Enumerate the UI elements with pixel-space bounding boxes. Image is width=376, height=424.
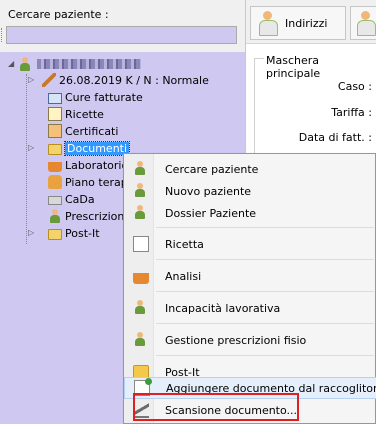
- doctor-icon: [257, 11, 279, 36]
- menu-item-label: Cercare paziente: [165, 162, 259, 176]
- tree-item-cada[interactable]: CaDa: [48, 191, 95, 207]
- expand-icon[interactable]: ▷: [28, 75, 34, 84]
- tree-item-label: Cure fatturate: [65, 90, 143, 104]
- menu-item-nuovo-paziente[interactable]: Nuovo paziente: [124, 180, 376, 202]
- menu-item-ricetta[interactable]: Ricetta: [124, 230, 376, 258]
- menu-item-scansione-documento[interactable]: Scansione documento...: [124, 399, 376, 421]
- patient-search-input[interactable]: [6, 26, 237, 44]
- tree-item-label: Certificati: [65, 124, 119, 138]
- tree-item-label: Piano terapi: [65, 175, 131, 189]
- menu-separator: [156, 291, 374, 292]
- tree-item-piano-terapia[interactable]: Piano terapi: [48, 174, 131, 190]
- menu-item-label: Dossier Paziente: [165, 206, 257, 220]
- data-fatturazione-label: Data di fatt. :: [298, 131, 372, 144]
- tree-item-label: 26.08.2019 K / N : Normale: [59, 73, 209, 87]
- menu-item-incapacita-lavorativa[interactable]: Incapacità lavorativa: [124, 294, 376, 322]
- menu-separator: [156, 355, 374, 356]
- scanner-icon: [133, 402, 149, 418]
- collapse-icon[interactable]: ◢: [8, 59, 14, 68]
- tree-line: [26, 74, 27, 244]
- menu-item-analisi[interactable]: Analisi: [124, 262, 376, 290]
- menu-item-gestione-prescrizioni-fisio[interactable]: Gestione prescrizioni fisio: [124, 326, 376, 354]
- tree-item-label: Ricette: [65, 107, 104, 121]
- tree-item-label: Laboratorio,: [65, 158, 132, 172]
- menu-item-label: Scansione documento...: [165, 403, 298, 417]
- tree-item-cure-fatturate[interactable]: Cure fatturate: [48, 89, 143, 105]
- doc-icon: [48, 107, 62, 121]
- menu-item-label: Aggiungere documento dal raccoglitore: [166, 381, 376, 395]
- toolbar: Indirizzi: [246, 0, 376, 44]
- certificate-icon: [48, 124, 62, 138]
- tree-item-label: Documenti: [63, 140, 131, 156]
- expand-icon[interactable]: ▷: [28, 228, 34, 237]
- menu-item-label: Nuovo paziente: [165, 184, 252, 198]
- menu-item-label: Analisi: [165, 269, 202, 283]
- menu-item-label: Incapacità lavorativa: [165, 301, 281, 315]
- menu-item-aggiungere-documento[interactable]: Aggiungere documento dal raccoglitore: [124, 377, 376, 399]
- keyboard-icon: [48, 196, 62, 205]
- address-button-label: Indirizzi: [285, 16, 328, 30]
- tree-item-ricette[interactable]: Ricette: [48, 106, 104, 122]
- tree-item-label: Prescrizioni: [65, 209, 128, 223]
- card-icon: [48, 92, 62, 104]
- menu-separator: [156, 323, 374, 324]
- tree-root-patient[interactable]: ◢: [8, 56, 141, 72]
- folder-icon: [48, 228, 62, 240]
- patient-icon: [18, 57, 32, 71]
- person-add-icon: [133, 183, 149, 199]
- person-icon: [133, 300, 149, 316]
- app-window: Cercare paziente : ◢ ▷ 26.08.2019 K / N …: [0, 0, 376, 424]
- folder-icon: [48, 143, 62, 155]
- person-search-icon: [133, 161, 149, 177]
- person-icon: [133, 332, 149, 348]
- menu-item-label: Ricetta: [165, 237, 204, 251]
- tariffa-label: Tariffa :: [331, 106, 372, 119]
- menu-item-dossier-paziente[interactable]: Dossier Paziente: [124, 202, 376, 224]
- person-icon: [48, 209, 62, 223]
- pen-icon: [42, 73, 56, 87]
- lab-icon: [48, 158, 62, 172]
- menu-separator: [156, 259, 374, 260]
- toolbar-button-2[interactable]: [350, 6, 376, 40]
- panel-grip[interactable]: [1, 28, 4, 42]
- tree-item-label: Post-It: [65, 226, 100, 240]
- menu-separator: [156, 227, 374, 228]
- prescription-icon: [133, 236, 149, 252]
- patient-name-redacted: [37, 59, 141, 69]
- context-menu: Cercare paziente Nuovo paziente Dossier …: [123, 153, 376, 424]
- tree-item-laboratorio[interactable]: Laboratorio,: [48, 157, 132, 173]
- lab-icon: [133, 268, 149, 284]
- search-label: Cercare paziente :: [8, 8, 109, 21]
- tree-item-label: CaDa: [65, 192, 95, 206]
- menu-item-label: Gestione prescrizioni fisio: [165, 333, 307, 347]
- tree-item-documenti[interactable]: ▷ Documenti: [28, 140, 131, 156]
- menu-item-cercare-paziente[interactable]: Cercare paziente: [124, 158, 376, 180]
- caso-label: Caso :: [337, 80, 372, 93]
- bottle-icon: [48, 175, 62, 189]
- person-dossier-icon: [133, 205, 149, 221]
- tree-item-post-it[interactable]: ▷ Post-It: [28, 225, 100, 241]
- document-add-icon: [134, 378, 152, 396]
- tree-item-visit[interactable]: ▷ 26.08.2019 K / N : Normale: [28, 72, 209, 88]
- form-title: Maschera principale: [264, 54, 376, 80]
- tree-item-prescrizioni[interactable]: Prescrizioni: [48, 208, 127, 224]
- address-button[interactable]: Indirizzi: [250, 6, 346, 40]
- tree-item-certificati[interactable]: Certificati: [48, 123, 118, 139]
- expand-icon[interactable]: ▷: [28, 143, 34, 152]
- doctor-icon: [355, 11, 376, 36]
